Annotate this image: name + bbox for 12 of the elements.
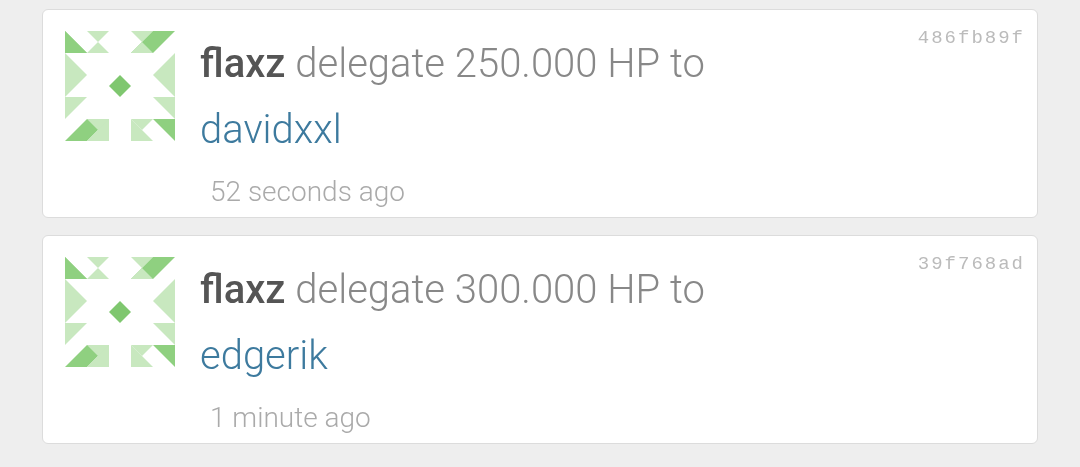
activity-text: flaxz delegate 250.000 HP to davidxxl xyxy=(200,39,706,155)
username-link[interactable]: edgerik xyxy=(200,332,328,379)
timestamp: 52 seconds ago xyxy=(210,175,406,208)
username-link[interactable]: davidxxl xyxy=(200,106,342,153)
username-link[interactable]: flaxz xyxy=(200,40,286,87)
transaction-hash: 39f768ad xyxy=(917,253,1025,275)
avatar-icon xyxy=(65,31,175,141)
transaction-hash: 486fb89f xyxy=(917,27,1025,49)
avatar-icon xyxy=(65,257,175,367)
username-link[interactable]: flaxz xyxy=(200,266,286,313)
timestamp: 1 minute ago xyxy=(210,401,372,434)
activity-text: flaxz delegate 300.000 HP to edgerik xyxy=(200,265,706,381)
